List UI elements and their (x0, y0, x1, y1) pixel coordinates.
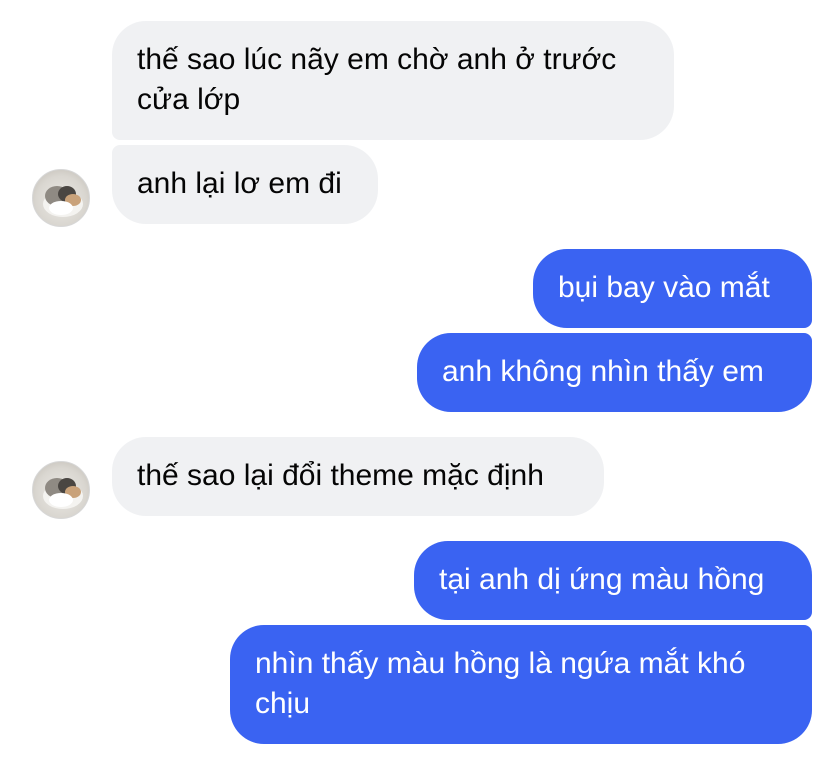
cat-avatar-icon[interactable] (32, 461, 90, 519)
message-text: nhìn thấy màu hồng là ngứa mắt khó chịu (255, 647, 746, 720)
incoming-message-bubble[interactable]: thế sao lại đổi theme mặc định (112, 437, 604, 516)
outgoing-message-bubble[interactable]: anh không nhìn thấy em (417, 333, 812, 412)
outgoing-message-bubble[interactable]: nhìn thấy màu hồng là ngứa mắt khó chịu (230, 625, 812, 744)
message-text: thế sao lại đổi theme mặc định (137, 459, 544, 492)
message-text: thế sao lúc nãy em chờ anh ở trước cửa l… (137, 43, 617, 116)
message-text: bụi bay vào mắt (558, 271, 770, 304)
outgoing-message-bubble[interactable]: bụi bay vào mắt (533, 249, 812, 328)
outgoing-message-bubble[interactable]: tại anh dị ứng màu hồng (414, 541, 812, 620)
message-text: anh lại lơ em đi (137, 167, 342, 200)
incoming-message-bubble[interactable]: anh lại lơ em đi (112, 145, 378, 224)
message-text: anh không nhìn thấy em (442, 355, 764, 388)
incoming-message-bubble[interactable]: thế sao lúc nãy em chờ anh ở trước cửa l… (112, 21, 674, 140)
message-text: tại anh dị ứng màu hồng (439, 563, 765, 596)
cat-avatar-icon[interactable] (32, 169, 90, 227)
